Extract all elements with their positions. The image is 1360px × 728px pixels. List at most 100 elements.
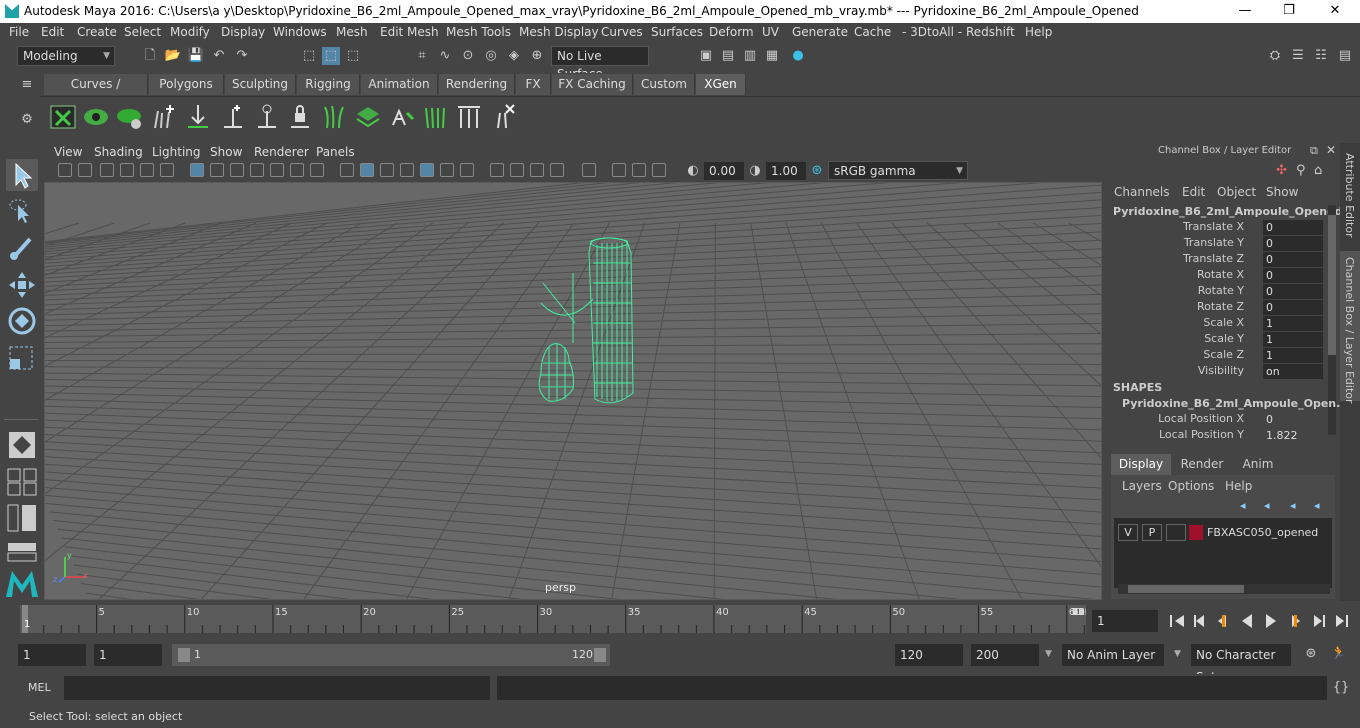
select-hierarchy-icon[interactable]: ⬚: [300, 47, 318, 65]
menu-edit-mesh[interactable]: Edit Mesh: [380, 25, 439, 39]
render-icon[interactable]: ▤: [719, 47, 737, 65]
ipr-render-icon[interactable]: ▥: [741, 47, 759, 65]
channel-box-toggle-icon[interactable]: ▤: [1336, 47, 1354, 65]
manipulator-icon[interactable]: ✣: [1276, 163, 1287, 178]
menu-display[interactable]: Display: [221, 25, 265, 39]
menu-modify[interactable]: Modify: [170, 25, 210, 39]
auto-key-icon[interactable]: ⊛: [1302, 645, 1320, 663]
channel-object-menu[interactable]: Object: [1217, 185, 1256, 199]
layer-options-menu[interactable]: Options: [1168, 479, 1214, 493]
color-space-dropdown[interactable]: sRGB gamma ▼: [828, 161, 968, 180]
layer-playback-toggle[interactable]: P: [1142, 524, 1162, 541]
channel-row[interactable]: Rotate X0: [1113, 268, 1328, 284]
viewport-menu-show[interactable]: Show: [210, 145, 242, 159]
current-frame-field[interactable]: 1: [1092, 610, 1158, 632]
xgen-guide-down-icon[interactable]: [185, 103, 211, 131]
menu-3dtoall[interactable]: - 3DtoAll -: [902, 25, 962, 39]
range-slider[interactable]: 1 120: [172, 644, 610, 666]
hud-icon[interactable]: [652, 163, 666, 177]
play-backwards-icon[interactable]: [1242, 614, 1252, 628]
tool-settings-toggle-icon[interactable]: ☷: [1312, 47, 1330, 65]
channel-row[interactable]: Rotate Y0: [1113, 284, 1328, 300]
menu-mesh-tools[interactable]: Mesh Tools: [446, 25, 511, 39]
color-management-icon[interactable]: ⊛: [808, 162, 826, 180]
play-forwards-icon[interactable]: [1266, 614, 1276, 628]
shelf-menu-icon[interactable]: ≡: [18, 76, 36, 94]
select-object-icon[interactable]: ⬚: [322, 47, 340, 65]
shelf-settings-gear-icon[interactable]: ⚙: [18, 111, 36, 129]
ampoule-wireframe[interactable]: [535, 233, 645, 413]
viewport-menu-panels[interactable]: Panels: [316, 145, 355, 159]
menu-deform[interactable]: Deform: [709, 25, 754, 39]
xgen-preview-eye-icon[interactable]: [83, 103, 109, 131]
channel-row[interactable]: Visibility on: [1113, 364, 1328, 380]
tab-fx-caching[interactable]: FX Caching: [552, 74, 633, 95]
keyable-icon[interactable]: ⌂: [1314, 163, 1322, 178]
shape-channel-row[interactable]: Local Position Y 1.822: [1113, 428, 1328, 444]
channels-menu[interactable]: Channels: [1114, 185, 1170, 199]
menu-help[interactable]: Help: [1025, 25, 1052, 39]
single-perspective-layout-icon[interactable]: [6, 429, 38, 461]
snap-view-icon[interactable]: ◎: [482, 47, 500, 65]
smooth-shade-icon[interactable]: [360, 163, 374, 177]
go-to-start-icon[interactable]: [1170, 615, 1184, 627]
channel-edit-menu[interactable]: Edit: [1182, 185, 1205, 199]
channel-box-scroll-thumb[interactable]: [1328, 215, 1336, 355]
hypershade-icon[interactable]: ●: [789, 47, 807, 65]
xgen-lock-guide-icon[interactable]: [287, 103, 313, 131]
playback-start-field[interactable]: 1: [94, 644, 162, 666]
select-component-icon[interactable]: ⬚: [344, 47, 362, 65]
tab-anim-layers[interactable]: Anim: [1232, 454, 1284, 475]
modeling-toolkit-icon[interactable]: ⛭: [1266, 47, 1284, 65]
script-editor-icon[interactable]: {}: [1332, 679, 1350, 697]
layer-visibility-toggle[interactable]: V: [1118, 524, 1138, 541]
shadows-icon[interactable]: [460, 163, 474, 177]
default-material-icon[interactable]: [380, 163, 394, 177]
four-view-layout-icon[interactable]: [6, 467, 38, 497]
select-tool-icon[interactable]: [6, 159, 38, 191]
lock-icon[interactable]: ⚲: [1296, 163, 1306, 178]
channel-row[interactable]: Scale Y1: [1113, 332, 1328, 348]
float-panel-icon[interactable]: ⧉: [1310, 144, 1318, 158]
layer-name[interactable]: FBXASC050_opened: [1207, 526, 1318, 539]
step-back-icon[interactable]: [1194, 615, 1204, 627]
close-panel-icon[interactable]: ✕: [1326, 143, 1336, 157]
xgen-add-guide-tool-icon[interactable]: [220, 103, 246, 131]
resolution-gate-icon[interactable]: [230, 163, 244, 177]
tab-custom[interactable]: Custom: [634, 74, 695, 95]
render-view-icon[interactable]: ▣: [697, 47, 715, 65]
layers-menu[interactable]: Layers: [1122, 479, 1162, 493]
attribute-editor-toggle-icon[interactable]: ☰: [1289, 47, 1307, 65]
xray-components-icon[interactable]: [632, 163, 646, 177]
wireframe-on-shaded-icon[interactable]: [400, 163, 414, 177]
move-tool-icon[interactable]: [6, 269, 38, 301]
anti-aliasing-icon[interactable]: [530, 163, 544, 177]
open-scene-icon[interactable]: 📂: [164, 47, 182, 65]
motion-blur-icon[interactable]: [510, 163, 524, 177]
channel-row[interactable]: Translate Z0: [1113, 252, 1328, 268]
safe-title-icon[interactable]: [310, 163, 324, 177]
render-settings-icon[interactable]: ▦: [763, 47, 781, 65]
menu-redshift[interactable]: Redshift: [966, 25, 1015, 39]
use-all-lights-icon[interactable]: [440, 163, 454, 177]
channel-row[interactable]: Scale Z1: [1113, 348, 1328, 364]
2d-pan-zoom-icon[interactable]: [140, 163, 154, 177]
exposure-field[interactable]: 0.00: [704, 162, 744, 180]
step-forward-icon[interactable]: [1314, 615, 1325, 627]
xgen-groom-brush-icon[interactable]: [389, 103, 415, 131]
layer-display-type-toggle[interactable]: [1166, 524, 1186, 541]
step-back-key-icon[interactable]: [1218, 615, 1226, 627]
channel-show-menu[interactable]: Show: [1266, 185, 1298, 199]
menu-edit[interactable]: Edit: [41, 25, 64, 39]
snap-live-icon[interactable]: ⊕: [528, 47, 546, 65]
wireframe-shading-icon[interactable]: [340, 163, 354, 177]
grid-toggle-icon[interactable]: [190, 163, 204, 177]
go-to-end-icon[interactable]: [1336, 615, 1348, 627]
menu-cache[interactable]: Cache: [854, 25, 891, 39]
xgen-sculpt-guide-icon[interactable]: [254, 103, 280, 131]
playback-end-field[interactable]: 120: [895, 644, 963, 666]
move-layer-down-icon[interactable]: ◂: [1264, 499, 1270, 512]
depth-of-field-icon[interactable]: [550, 163, 564, 177]
tab-sculpting[interactable]: Sculpting: [225, 74, 296, 95]
anim-layer-chevron-down-icon[interactable]: ▼: [1045, 649, 1052, 659]
